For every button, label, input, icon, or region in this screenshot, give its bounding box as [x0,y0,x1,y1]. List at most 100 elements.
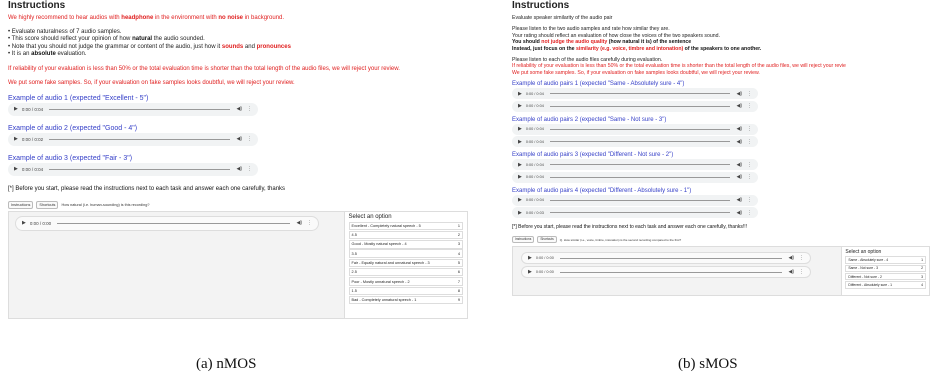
seek-bar[interactable] [549,93,731,95]
play-icon[interactable]: ▶ [518,197,522,203]
audio-player[interactable]: ▶ 0:00 / 0:04 ◀) ⋮ [512,136,758,148]
volume-icon[interactable]: ◀) [736,197,742,203]
more-options-icon[interactable]: ⋮ [747,210,752,216]
example-label: Example of audio pairs 3 (expected "Diff… [512,152,674,159]
more-options-icon[interactable]: ⋮ [747,126,752,132]
rating-option[interactable]: Poor - Mostly unnatural speech - 27 [348,277,463,286]
time-display: 0:00 / 0:04 [525,104,544,109]
seek-bar[interactable] [549,176,731,178]
seek-bar[interactable] [559,271,783,273]
shortcut-key: 9 [457,298,460,303]
example-label: Example of audio 2 (expected "Good - 4") [8,124,138,132]
example-pair-block: Example of audio pairs 4 (expected "Diff… [512,187,930,219]
audio-player[interactable]: ▶ 0:00 / 0:04 ◀) ⋮ [8,102,258,116]
rating-option[interactable]: 2.5 6 [348,267,463,277]
rating-option[interactable]: Different - Absolutely sure - 14 [845,281,926,289]
more-options-icon[interactable]: ⋮ [307,220,312,226]
audio-player[interactable]: ▶ 0:00 / 0:04 ◀) ⋮ [8,162,258,176]
rating-option[interactable]: Good - Mostly natural speech - 43 [348,240,463,249]
more-options-icon[interactable]: ⋮ [799,255,804,261]
volume-icon[interactable]: ◀) [736,91,742,97]
more-options-icon[interactable]: ⋮ [747,174,752,180]
seek-bar[interactable] [549,164,731,166]
seek-bar[interactable] [549,212,731,214]
volume-icon[interactable]: ◀) [736,174,742,180]
seek-bar[interactable] [549,199,731,201]
play-icon[interactable]: ▶ [14,106,18,112]
play-icon[interactable]: ▶ [518,139,522,145]
volume-icon[interactable]: ◀) [236,136,242,142]
seek-bar[interactable] [49,108,231,110]
shortcut-key: 8 [457,288,460,293]
play-icon[interactable]: ▶ [518,162,522,168]
play-icon[interactable]: ▶ [518,103,522,109]
rating-option[interactable]: Same - Absolutely sure - 41 [845,256,926,264]
play-icon[interactable]: ▶ [22,220,26,226]
seek-bar[interactable] [549,128,731,130]
volume-icon[interactable]: ◀) [736,103,742,109]
more-options-icon[interactable]: ⋮ [747,91,752,97]
example-pair-block: Example of audio pairs 1 (expected "Same… [512,80,930,112]
seek-bar[interactable] [49,168,231,170]
more-options-icon[interactable]: ⋮ [247,166,252,172]
shortcuts-button[interactable]: Shortcuts [36,200,59,209]
instructions-button[interactable]: Instructions [8,200,34,209]
task-question: Q. How similar (i.e., voice, timbre, int… [559,237,682,242]
audio-player[interactable]: ▶ 0:00 / 0:04 ◀) ⋮ [512,159,758,171]
task-audio-player[interactable]: ▶ 0:00 / 0:00 ◀) ⋮ [521,252,811,265]
volume-icon[interactable]: ◀) [788,269,794,275]
audio-player[interactable]: ▶ 0:00 / 0:04 ◀) ⋮ [512,123,758,135]
audio-player[interactable]: ▶ 0:00 / 0:03 ◀) ⋮ [512,207,758,219]
play-icon[interactable]: ▶ [518,174,522,180]
time-display: 0:00 / 0:04 [525,162,544,167]
rating-option[interactable]: 3.5 4 [348,249,463,258]
audio-player[interactable]: ▶ 0:00 / 0:04 ◀) ⋮ [512,100,758,112]
volume-icon[interactable]: ◀) [296,220,302,226]
rating-option[interactable]: Fair - Equally natural and unnatural spe… [348,258,463,268]
more-options-icon[interactable]: ⋮ [747,103,752,109]
audio-player[interactable]: ▶ 0:00 / 0:04 ◀) ⋮ [512,171,758,183]
more-options-icon[interactable]: ⋮ [799,269,804,275]
more-options-icon[interactable]: ⋮ [747,139,752,145]
seek-bar[interactable] [559,257,783,259]
seek-bar[interactable] [57,222,291,224]
rating-option[interactable]: Excellent - Completely natural speech - … [348,221,463,230]
rating-option[interactable]: 4.5 2 [348,230,463,240]
rating-option[interactable]: Bad - Completely unnatural speech - 19 [348,295,463,305]
more-options-icon[interactable]: ⋮ [747,197,752,203]
time-display: 0:00 / 0:00 [535,256,554,261]
volume-icon[interactable]: ◀) [736,162,742,168]
time-display: 0:00 / 0:04 [525,139,544,144]
volume-icon[interactable]: ◀) [736,126,742,132]
play-icon[interactable]: ▶ [518,126,522,132]
shortcuts-button[interactable]: Shortcuts [537,236,557,244]
play-icon[interactable]: ▶ [518,210,522,216]
more-options-icon[interactable]: ⋮ [247,106,252,112]
volume-icon[interactable]: ◀) [236,166,242,172]
more-options-icon[interactable]: ⋮ [747,162,752,168]
audio-player[interactable]: ▶ 0:00 / 0:04 ◀) ⋮ [512,88,758,100]
audio-player[interactable]: ▶ 0:00 / 0:04 ◀) ⋮ [512,194,758,206]
play-icon[interactable]: ▶ [528,255,532,261]
seek-bar[interactable] [49,138,231,140]
play-icon[interactable]: ▶ [518,91,522,97]
volume-icon[interactable]: ◀) [736,139,742,145]
more-options-icon[interactable]: ⋮ [247,136,252,142]
volume-icon[interactable]: ◀) [236,106,242,112]
play-icon[interactable]: ▶ [14,136,18,142]
play-icon[interactable]: ▶ [528,269,532,275]
seek-bar[interactable] [549,141,731,143]
play-icon[interactable]: ▶ [14,166,18,172]
volume-icon[interactable]: ◀) [736,210,742,216]
task-area: ▶ 0:00 / 0:00 ◀) ⋮ Select an option Exce… [8,210,468,319]
audio-player[interactable]: ▶ 0:00 / 0:02 ◀) ⋮ [8,132,258,146]
volume-icon[interactable]: ◀) [788,255,794,261]
rating-option[interactable]: Same - Not sure - 32 [845,264,926,273]
instructions-button[interactable]: Instructions [512,236,535,244]
task-audio-player[interactable]: ▶ 0:00 / 0:00 ◀) ⋮ [521,266,811,279]
rating-option[interactable]: 1.5 8 [348,286,463,296]
task-audio-player[interactable]: ▶ 0:00 / 0:00 ◀) ⋮ [15,215,319,231]
rating-option[interactable]: Different - Not sure - 23 [845,272,926,281]
seek-bar[interactable] [549,105,731,107]
bullet-item: • Evaluate naturalness of 7 audio sample… [8,28,122,35]
